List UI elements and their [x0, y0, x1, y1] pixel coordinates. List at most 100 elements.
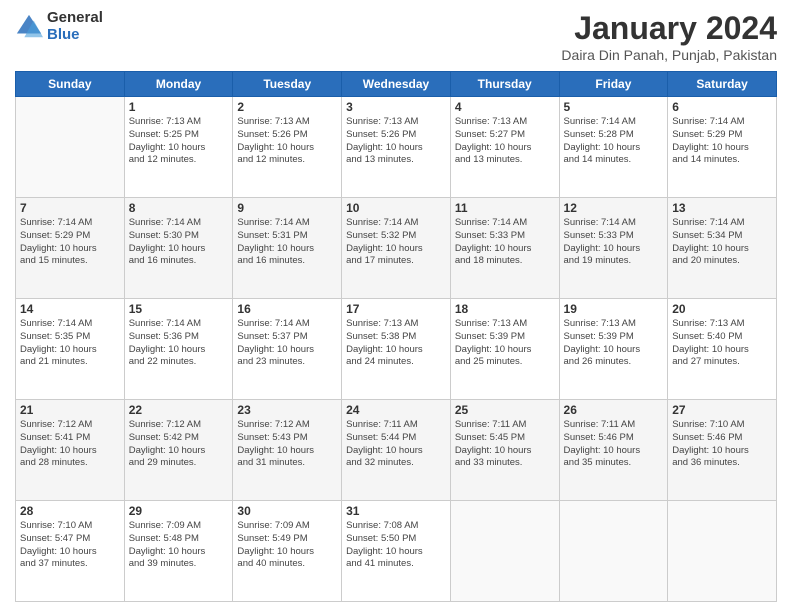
- day-cell: 22 Sunrise: 7:12 AM Sunset: 5:42 PM Dayli…: [124, 400, 233, 501]
- day-info: Sunrise: 7:11 AM Sunset: 5:46 PM Dayligh…: [564, 419, 664, 470]
- day-info: Sunrise: 7:14 AM Sunset: 5:34 PM Dayligh…: [672, 217, 772, 268]
- day-number: 28: [20, 504, 120, 518]
- header: General Blue January 2024 Daira Din Pana…: [15, 10, 777, 63]
- day-cell: 7 Sunrise: 7:14 AM Sunset: 5:29 PM Daylig…: [16, 198, 125, 299]
- day-number: 10: [346, 201, 446, 215]
- day-cell: 12Sunrise: 7:14 AM Sunset: 5:33 PM Dayli…: [559, 198, 668, 299]
- day-number: 18: [455, 302, 555, 316]
- col-header-tuesday: Tuesday: [233, 72, 342, 97]
- week-row-4: 21Sunrise: 7:12 AM Sunset: 5:41 PM Dayli…: [16, 400, 777, 501]
- col-header-monday: Monday: [124, 72, 233, 97]
- day-number: 3: [346, 100, 446, 114]
- day-cell: 13 Sunrise: 7:14 AM Sunset: 5:34 PM Dayli…: [668, 198, 777, 299]
- day-cell: 15 Sunrise: 7:14 AM Sunset: 5:36 PM Dayli…: [124, 299, 233, 400]
- col-header-friday: Friday: [559, 72, 668, 97]
- logo-blue-text: Blue: [47, 27, 103, 44]
- day-number: 12: [564, 201, 664, 215]
- col-header-sunday: Sunday: [16, 72, 125, 97]
- day-info: Sunrise: 7:10 AM Sunset: 5:47 PM Dayligh…: [20, 520, 120, 571]
- day-info: Sunrise: 7:14 AM Sunset: 5:35 PM Dayligh…: [20, 318, 120, 369]
- day-cell: 29 Sunrise: 7:09 AM Sunset: 5:48 PM Dayli…: [124, 501, 233, 602]
- day-info: Sunrise: 7:09 AM Sunset: 5:48 PM Dayligh…: [129, 520, 229, 571]
- day-cell: [668, 501, 777, 602]
- day-cell: 14 Sunrise: 7:14 AM Sunset: 5:35 PM Dayli…: [16, 299, 125, 400]
- day-info: Sunrise: 7:14 AM Sunset: 5:37 PM Dayligh…: [237, 318, 337, 369]
- day-cell: 24Sunrise: 7:11 AM Sunset: 5:44 PM Dayli…: [342, 400, 451, 501]
- day-number: 5: [564, 100, 664, 114]
- day-cell: 17 Sunrise: 7:13 AM Sunset: 5:38 PM Dayli…: [342, 299, 451, 400]
- day-info: Sunrise: 7:14 AM Sunset: 5:33 PM Dayligh…: [455, 217, 555, 268]
- day-cell: 8 Sunrise: 7:14 AM Sunset: 5:30 PM Daylig…: [124, 198, 233, 299]
- day-cell: 25 Sunrise: 7:11 AM Sunset: 5:45 PM Dayli…: [450, 400, 559, 501]
- day-info: Sunrise: 7:12 AM Sunset: 5:43 PM Dayligh…: [237, 419, 337, 470]
- day-number: 11: [455, 201, 555, 215]
- day-info: Sunrise: 7:11 AM Sunset: 5:45 PM Dayligh…: [455, 419, 555, 470]
- day-number: 25: [455, 403, 555, 417]
- day-number: 2: [237, 100, 337, 114]
- day-cell: [450, 501, 559, 602]
- logo-icon: [15, 13, 43, 41]
- day-number: 7: [20, 201, 120, 215]
- day-number: 27: [672, 403, 772, 417]
- day-info: Sunrise: 7:14 AM Sunset: 5:29 PM Dayligh…: [672, 116, 772, 167]
- day-info: Sunrise: 7:13 AM Sunset: 5:38 PM Dayligh…: [346, 318, 446, 369]
- day-number: 17: [346, 302, 446, 316]
- day-number: 6: [672, 100, 772, 114]
- col-header-wednesday: Wednesday: [342, 72, 451, 97]
- day-info: Sunrise: 7:14 AM Sunset: 5:28 PM Dayligh…: [564, 116, 664, 167]
- day-info: Sunrise: 7:09 AM Sunset: 5:49 PM Dayligh…: [237, 520, 337, 571]
- header-row: SundayMondayTuesdayWednesdayThursdayFrid…: [16, 72, 777, 97]
- day-number: 29: [129, 504, 229, 518]
- day-number: 4: [455, 100, 555, 114]
- day-cell: [559, 501, 668, 602]
- logo-text: General Blue: [47, 10, 103, 43]
- day-cell: [16, 97, 125, 198]
- day-info: Sunrise: 7:12 AM Sunset: 5:41 PM Dayligh…: [20, 419, 120, 470]
- day-info: Sunrise: 7:13 AM Sunset: 5:26 PM Dayligh…: [346, 116, 446, 167]
- day-number: 1: [129, 100, 229, 114]
- day-number: 20: [672, 302, 772, 316]
- day-cell: 21Sunrise: 7:12 AM Sunset: 5:41 PM Dayli…: [16, 400, 125, 501]
- day-info: Sunrise: 7:14 AM Sunset: 5:32 PM Dayligh…: [346, 217, 446, 268]
- day-cell: 4Sunrise: 7:13 AM Sunset: 5:27 PM Daylig…: [450, 97, 559, 198]
- col-header-thursday: Thursday: [450, 72, 559, 97]
- day-number: 16: [237, 302, 337, 316]
- day-cell: 20 Sunrise: 7:13 AM Sunset: 5:40 PM Dayli…: [668, 299, 777, 400]
- day-info: Sunrise: 7:14 AM Sunset: 5:36 PM Dayligh…: [129, 318, 229, 369]
- day-number: 22: [129, 403, 229, 417]
- day-info: Sunrise: 7:14 AM Sunset: 5:31 PM Dayligh…: [237, 217, 337, 268]
- day-cell: 1Sunrise: 7:13 AM Sunset: 5:25 PM Daylig…: [124, 97, 233, 198]
- day-cell: 16 Sunrise: 7:14 AM Sunset: 5:37 PM Dayli…: [233, 299, 342, 400]
- day-number: 23: [237, 403, 337, 417]
- day-info: Sunrise: 7:14 AM Sunset: 5:30 PM Dayligh…: [129, 217, 229, 268]
- title-block: January 2024 Daira Din Panah, Punjab, Pa…: [561, 10, 777, 63]
- day-number: 14: [20, 302, 120, 316]
- day-info: Sunrise: 7:08 AM Sunset: 5:50 PM Dayligh…: [346, 520, 446, 571]
- day-number: 26: [564, 403, 664, 417]
- location: Daira Din Panah, Punjab, Pakistan: [561, 47, 777, 63]
- col-header-saturday: Saturday: [668, 72, 777, 97]
- day-cell: 9 Sunrise: 7:14 AM Sunset: 5:31 PM Daylig…: [233, 198, 342, 299]
- day-info: Sunrise: 7:13 AM Sunset: 5:26 PM Dayligh…: [237, 116, 337, 167]
- month-title: January 2024: [561, 10, 777, 47]
- day-number: 24: [346, 403, 446, 417]
- day-number: 9: [237, 201, 337, 215]
- day-number: 19: [564, 302, 664, 316]
- page: General Blue January 2024 Daira Din Pana…: [0, 0, 792, 612]
- day-info: Sunrise: 7:10 AM Sunset: 5:46 PM Dayligh…: [672, 419, 772, 470]
- day-number: 8: [129, 201, 229, 215]
- day-info: Sunrise: 7:14 AM Sunset: 5:29 PM Dayligh…: [20, 217, 120, 268]
- day-number: 30: [237, 504, 337, 518]
- day-info: Sunrise: 7:13 AM Sunset: 5:40 PM Dayligh…: [672, 318, 772, 369]
- day-info: Sunrise: 7:12 AM Sunset: 5:42 PM Dayligh…: [129, 419, 229, 470]
- day-cell: 2 Sunrise: 7:13 AM Sunset: 5:26 PM Daylig…: [233, 97, 342, 198]
- day-number: 13: [672, 201, 772, 215]
- week-row-1: 1Sunrise: 7:13 AM Sunset: 5:25 PM Daylig…: [16, 97, 777, 198]
- day-cell: 30 Sunrise: 7:09 AM Sunset: 5:49 PM Dayli…: [233, 501, 342, 602]
- day-info: Sunrise: 7:13 AM Sunset: 5:39 PM Dayligh…: [564, 318, 664, 369]
- day-cell: 26 Sunrise: 7:11 AM Sunset: 5:46 PM Dayli…: [559, 400, 668, 501]
- day-cell: 11 Sunrise: 7:14 AM Sunset: 5:33 PM Dayli…: [450, 198, 559, 299]
- day-number: 15: [129, 302, 229, 316]
- day-cell: 31Sunrise: 7:08 AM Sunset: 5:50 PM Dayli…: [342, 501, 451, 602]
- day-cell: 10 Sunrise: 7:14 AM Sunset: 5:32 PM Dayli…: [342, 198, 451, 299]
